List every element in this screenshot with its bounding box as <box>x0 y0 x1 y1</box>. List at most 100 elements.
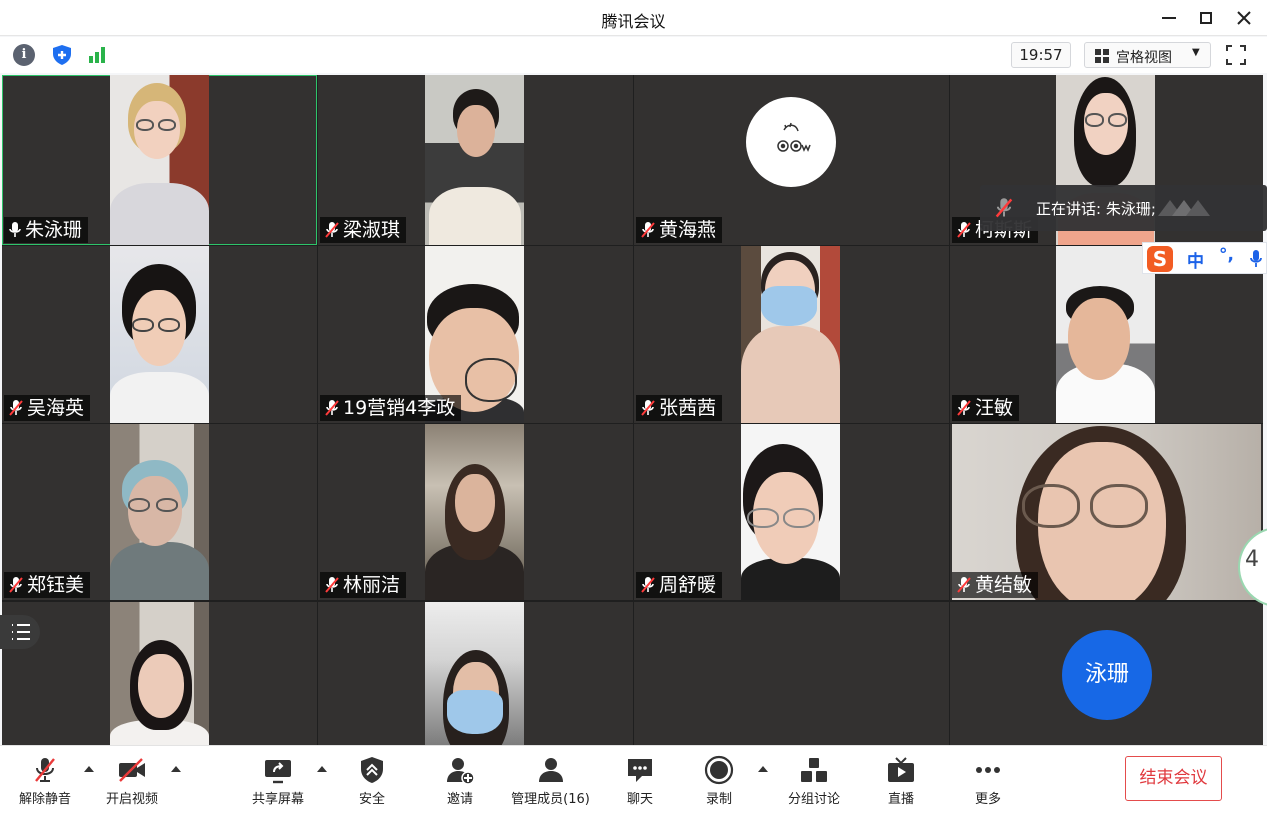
ime-toolbar[interactable]: S 中 °, <box>1142 242 1267 274</box>
video-tile[interactable]: 吴海英 <box>2 246 317 423</box>
participant-video <box>110 246 209 423</box>
mic-muted-icon <box>35 758 55 782</box>
video-tile[interactable]: 黄结敏 <box>950 424 1263 600</box>
more-button[interactable]: 更多 <box>953 746 1023 813</box>
share-options-caret[interactable] <box>316 764 328 776</box>
start-video-button[interactable]: 开启视频 <box>97 746 167 813</box>
info-bar: i 19:57 宫格视图 ▼ <box>0 37 1267 73</box>
video-options-caret[interactable] <box>170 764 182 776</box>
breakout-rooms-label: 分组讨论 <box>787 792 840 807</box>
title-bar: 腾讯会议 <box>0 0 1267 36</box>
audio-options-caret[interactable] <box>83 764 95 776</box>
participant-name: 周舒暖 <box>659 574 717 596</box>
mic-on-icon <box>9 222 21 237</box>
participant-nametag: 周舒暖 <box>636 572 723 598</box>
signal-strength-icon[interactable] <box>86 44 108 66</box>
minimize-icon <box>1162 17 1176 19</box>
chevron-down-icon: ▼ <box>1192 47 1200 58</box>
video-tile[interactable]: 泳珊 <box>950 602 1263 745</box>
video-tile[interactable]: 周舒暖 <box>634 424 949 600</box>
participant-nametag: 汪敏 <box>952 395 1020 421</box>
participant-list-toggle[interactable] <box>0 615 40 649</box>
side-widget-value: 4 <box>1245 547 1259 572</box>
record-label: 录制 <box>705 792 732 807</box>
mic-muted-icon <box>641 222 655 238</box>
maximize-icon <box>1200 12 1212 24</box>
invite-button[interactable]: 邀请 <box>425 746 495 813</box>
participant-nametag: 梁淑琪 <box>320 217 407 243</box>
meeting-info-icon[interactable]: i <box>13 44 35 66</box>
ime-mode-toggle[interactable]: 中 <box>1187 247 1204 272</box>
mic-muted-icon <box>325 400 339 416</box>
video-tile[interactable]: 19营销4李政 <box>318 246 633 423</box>
minimize-button[interactable] <box>1155 6 1183 30</box>
breakout-rooms-button[interactable]: 分组讨论 <box>779 746 849 813</box>
share-screen-button[interactable]: 共享屏幕 <box>243 746 313 813</box>
participant-name: 郑钰美 <box>27 574 85 596</box>
view-mode-dropdown[interactable]: 宫格视图 ▼ <box>1084 42 1211 68</box>
live-tv-icon <box>888 757 914 782</box>
active-speaker-popup: 正在讲话: 朱泳珊; <box>980 185 1267 231</box>
video-tile[interactable]: 郑钰美 <box>2 424 317 600</box>
mic-muted-icon <box>641 400 655 416</box>
participant-video <box>110 424 209 600</box>
security-shield-icon[interactable] <box>51 44 73 66</box>
participant-name: 黄结敏 <box>975 574 1033 596</box>
manage-members-button[interactable]: 管理成员(16) <box>503 746 598 813</box>
unmute-button[interactable]: 解除静音 <box>10 746 80 813</box>
participant-nametag: 吴海英 <box>4 395 91 421</box>
manage-members-label: 管理成员(16) <box>511 792 590 807</box>
maximize-button[interactable] <box>1192 6 1220 30</box>
members-icon <box>538 758 563 782</box>
mic-muted-icon <box>9 400 23 416</box>
empty-tile <box>634 602 949 745</box>
end-meeting-button[interactable]: 结束会议 <box>1125 756 1222 801</box>
live-stream-button[interactable]: 直播 <box>866 746 936 813</box>
participant-video <box>425 602 524 745</box>
participant-name: 吴海英 <box>27 397 85 419</box>
meeting-clock: 19:57 <box>1011 42 1071 68</box>
participant-video <box>741 424 840 600</box>
share-screen-icon <box>265 760 291 784</box>
participant-name: 梁淑琪 <box>343 219 401 241</box>
close-button[interactable] <box>1230 6 1258 30</box>
meeting-toolbar: 解除静音 开启视频 共享屏幕 安全 邀请 管理成员(16) 聊天 录制 分组讨论… <box>0 745 1267 813</box>
ime-punctuation-toggle[interactable]: °, <box>1219 245 1234 265</box>
video-tile[interactable]: 朱泳珊 <box>2 75 317 245</box>
record-options-caret[interactable] <box>757 764 769 776</box>
video-tile[interactable] <box>2 602 317 745</box>
participant-name: 19营销4李政 <box>343 397 456 419</box>
fullscreen-button[interactable] <box>1226 45 1246 65</box>
more-dots-icon <box>976 767 1000 773</box>
participant-nametag: 黄结敏 <box>952 572 1039 598</box>
participant-nametag: 朱泳珊 <box>4 217 89 243</box>
mic-muted-icon <box>957 222 971 238</box>
participant-nametag: 张茜茜 <box>636 395 723 421</box>
ime-voice-icon[interactable] <box>1249 249 1263 269</box>
video-tile[interactable] <box>318 602 633 745</box>
tencent-meeting-logo-icon <box>1158 200 1210 216</box>
live-stream-label: 直播 <box>887 792 914 807</box>
record-button[interactable]: 录制 <box>684 746 754 813</box>
mic-muted-icon <box>957 400 971 416</box>
meeting-window: 腾讯会议 i 19:57 宫格视图 ▼ 朱泳珊 梁淑琪 黄海燕 吴海英 19营销… <box>0 0 1267 813</box>
view-mode-label: 宫格视图 <box>1116 50 1172 66</box>
mic-muted-icon <box>325 577 339 593</box>
participant-nametag: 黄海燕 <box>636 217 723 243</box>
security-label: 安全 <box>358 792 385 807</box>
video-grid: 朱泳珊 梁淑琪 黄海燕 吴海英 19营销4李政 张茜茜 汪敏 郑钰美 林丽洁 周… <box>2 75 1263 745</box>
chat-button[interactable]: 聊天 <box>605 746 675 813</box>
video-tile[interactable]: 梁淑琪 <box>318 75 633 245</box>
participant-nametag: 19营销4李政 <box>320 395 462 421</box>
breakout-rooms-icon <box>801 758 827 782</box>
record-icon <box>704 755 734 785</box>
security-button[interactable]: 安全 <box>337 746 407 813</box>
video-tile[interactable]: 黄海燕 <box>634 75 949 245</box>
mic-muted-icon <box>641 577 655 593</box>
mic-muted-icon <box>995 198 1013 218</box>
participant-name: 汪敏 <box>975 397 1014 419</box>
video-tile[interactable]: 林丽洁 <box>318 424 633 600</box>
video-tile[interactable]: 张茜茜 <box>634 246 949 423</box>
participant-video <box>1056 246 1155 423</box>
participant-nametag: 郑钰美 <box>4 572 91 598</box>
